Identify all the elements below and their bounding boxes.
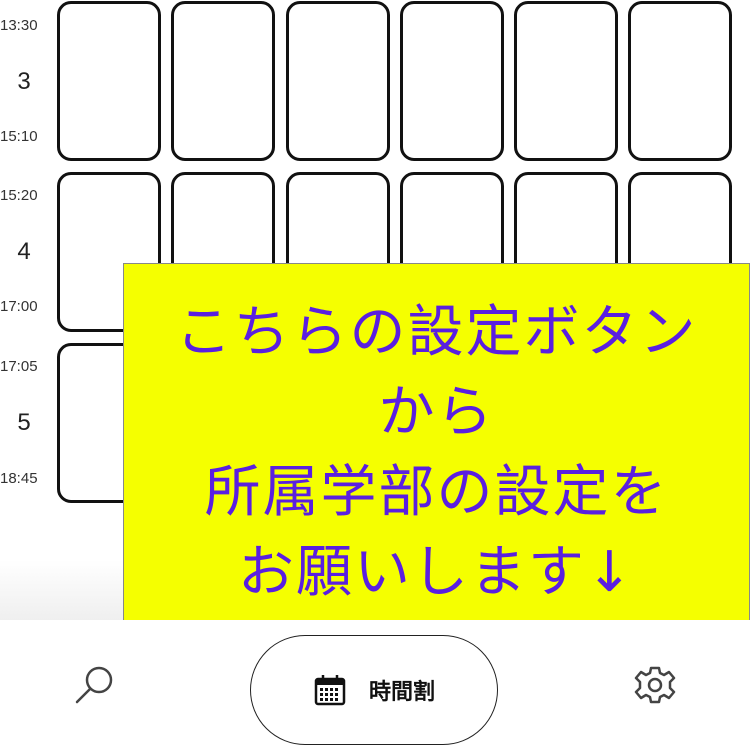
class-cell[interactable]	[628, 1, 732, 161]
gear-icon	[634, 666, 676, 704]
banner-line: 所属学部の設定を	[204, 460, 669, 525]
period-start-time: 15:20	[0, 187, 38, 204]
class-cell[interactable]	[57, 1, 161, 161]
class-cell[interactable]	[171, 1, 275, 161]
calendar-icon	[314, 675, 346, 706]
period-end-time: 15:10	[0, 128, 38, 145]
timetable-tab-label: 時間割	[368, 680, 435, 705]
banner-line: こちらの設定ボタン	[175, 300, 698, 365]
class-cell[interactable]	[286, 1, 390, 161]
period-start-time: 17:05	[0, 358, 38, 375]
class-cell[interactable]	[400, 1, 504, 161]
instruction-banner: こちらの設定ボタン から 所属学部の設定を お願いします↓	[123, 263, 750, 643]
timetable-tab[interactable]: 時間割	[250, 635, 498, 745]
period-number: 5	[17, 409, 31, 436]
period-end-time: 17:00	[0, 298, 38, 315]
period-number: 3	[17, 68, 31, 95]
search-icon	[75, 666, 113, 704]
bottom-navigation: 時間割	[0, 620, 750, 750]
period-start-time: 13:30	[0, 17, 38, 34]
banner-line: お願いします↓	[238, 540, 635, 605]
period-number: 4	[17, 238, 31, 265]
period-end-time: 18:45	[0, 470, 38, 487]
settings-button[interactable]	[630, 660, 680, 710]
banner-line: から	[378, 380, 495, 445]
class-cell[interactable]	[514, 1, 618, 161]
search-button[interactable]	[70, 660, 120, 710]
